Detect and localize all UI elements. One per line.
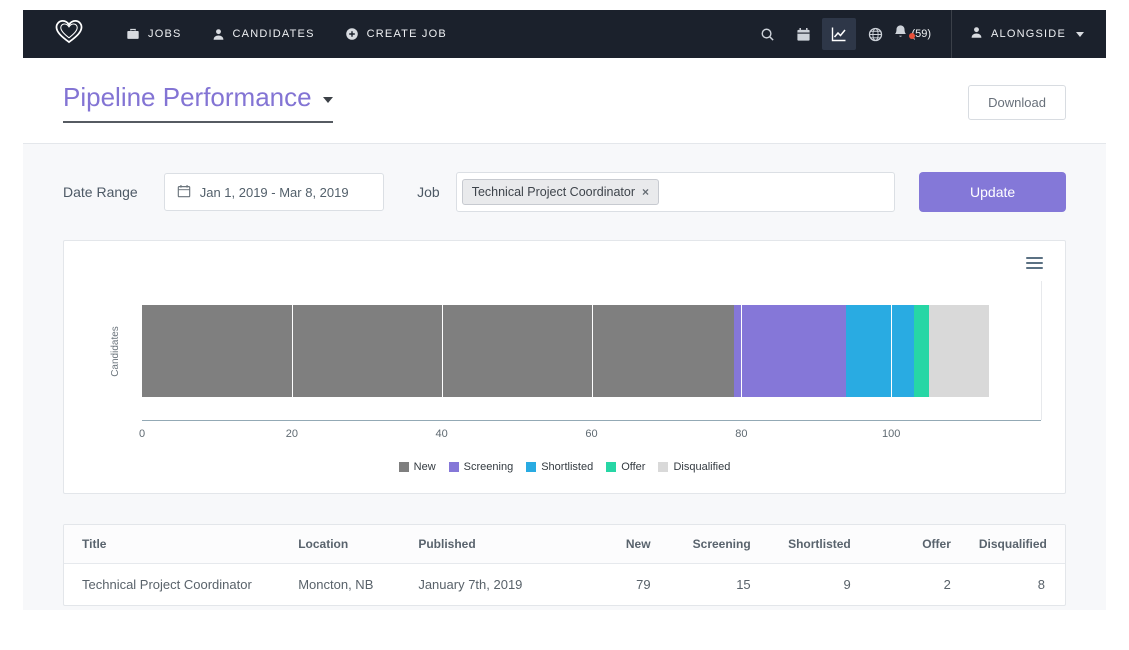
- legend-item-offer[interactable]: Offer: [606, 461, 645, 473]
- chart-card: Candidates 020406080100 NewScreeningShor…: [63, 240, 1066, 494]
- nav-item-label: CREATE JOB: [367, 28, 447, 40]
- page-header: Pipeline Performance Download: [23, 58, 1106, 144]
- gridline: [1041, 281, 1042, 420]
- column-header: Published: [404, 525, 564, 564]
- account-icon: [970, 26, 983, 42]
- x-tick-label: 40: [436, 428, 448, 440]
- calendar-icon[interactable]: [786, 10, 820, 58]
- filter-bar: Date Range Jan 1, 2019 - Mar 8, 2019 Job…: [63, 172, 1066, 212]
- stacked-bar: [142, 305, 1041, 397]
- person-icon: [212, 28, 225, 41]
- heart-logo-icon: [53, 18, 85, 50]
- table-cell: 2: [865, 564, 965, 606]
- results-table-card: TitleLocationPublishedNewScreeningShortl…: [63, 524, 1066, 606]
- column-header: New: [564, 525, 664, 564]
- bar-segment-disqualified: [929, 305, 989, 397]
- x-axis-ticks: 0 20 40 60 80 100: [142, 420, 1041, 446]
- bar-segment-new: [142, 305, 734, 397]
- chart-menu-icon[interactable]: [1026, 257, 1043, 272]
- x-tick-label: 80: [735, 428, 747, 440]
- column-header: Screening: [665, 525, 765, 564]
- nav-item-candidates[interactable]: CANDIDATES: [197, 10, 330, 58]
- chevron-down-icon: [1076, 32, 1084, 37]
- account-menu[interactable]: ALONGSIDE: [964, 26, 1090, 42]
- column-header: Offer: [865, 525, 965, 564]
- date-range-label: Date Range: [63, 184, 138, 200]
- table-cell: Moncton, NB: [284, 564, 404, 606]
- stacked-bar-chart: Candidates 020406080100: [88, 281, 1041, 421]
- column-header: Shortlisted: [765, 525, 865, 564]
- x-tick-label: 100: [882, 428, 900, 440]
- bar-segment-shortlisted: [846, 305, 913, 397]
- table-cell: Technical Project Coordinator: [64, 564, 284, 606]
- table-header-row: TitleLocationPublishedNewScreeningShortl…: [64, 525, 1065, 564]
- app-frame: JOBS CANDIDATES CREATE JOB: [23, 10, 1106, 610]
- page-content: Date Range Jan 1, 2019 - Mar 8, 2019 Job…: [23, 144, 1106, 606]
- bell-icon: [893, 24, 908, 44]
- job-label: Job: [417, 184, 440, 200]
- column-header: Location: [284, 525, 404, 564]
- nav-divider: [951, 10, 952, 58]
- results-table: TitleLocationPublishedNewScreeningShortl…: [64, 525, 1065, 605]
- download-button[interactable]: Download: [968, 85, 1066, 120]
- nav-item-label: CANDIDATES: [233, 28, 315, 40]
- chevron-down-icon: [323, 97, 333, 103]
- y-axis-label: Candidates: [88, 281, 142, 421]
- search-icon[interactable]: [750, 10, 784, 58]
- x-tick-label: 0: [139, 428, 145, 440]
- update-button[interactable]: Update: [919, 172, 1066, 212]
- brand-logo[interactable]: [43, 18, 95, 50]
- legend-item-disqualified[interactable]: Disqualified: [658, 461, 730, 473]
- legend-item-new[interactable]: New: [399, 461, 436, 473]
- bar-segment-offer: [914, 305, 929, 397]
- navbar-right: (59) ALONGSIDE: [749, 10, 1090, 58]
- date-range-value: Jan 1, 2019 - Mar 8, 2019: [200, 185, 349, 200]
- nav-item-jobs[interactable]: JOBS: [111, 10, 197, 58]
- notifications-button[interactable]: (59): [893, 24, 931, 44]
- table-cell: 9: [765, 564, 865, 606]
- x-tick-label: 60: [585, 428, 597, 440]
- plus-circle-icon: [345, 27, 359, 41]
- table-cell: 15: [665, 564, 765, 606]
- close-icon[interactable]: ×: [642, 186, 649, 198]
- nav-item-label: JOBS: [148, 28, 182, 40]
- navbar-left: JOBS CANDIDATES CREATE JOB: [43, 10, 462, 58]
- table-body: Technical Project CoordinatorMoncton, NB…: [64, 564, 1065, 606]
- chart-legend: New Screening Shortlisted Offer Disqualified: [88, 461, 1041, 473]
- report-selector[interactable]: Pipeline Performance: [63, 82, 333, 123]
- job-chip-label: Technical Project Coordinator: [472, 185, 635, 199]
- legend-item-shortlisted[interactable]: Shortlisted: [526, 461, 593, 473]
- nav-item-create-job[interactable]: CREATE JOB: [330, 10, 462, 58]
- bar-segment-screening: [734, 305, 846, 397]
- account-label: ALONGSIDE: [991, 28, 1066, 40]
- page-title: Pipeline Performance: [63, 82, 312, 113]
- legend-item-screening[interactable]: Screening: [449, 461, 514, 473]
- table-cell: January 7th, 2019: [404, 564, 564, 606]
- chart-icon[interactable]: [822, 18, 856, 50]
- table-cell: 8: [965, 564, 1065, 606]
- column-header: Disqualified: [965, 525, 1065, 564]
- job-chip: Technical Project Coordinator ×: [462, 179, 659, 205]
- x-tick-label: 20: [286, 428, 298, 440]
- globe-icon[interactable]: [858, 10, 892, 58]
- calendar-icon: [177, 184, 191, 201]
- column-header: Title: [64, 525, 284, 564]
- table-row[interactable]: Technical Project CoordinatorMoncton, NB…: [64, 564, 1065, 606]
- top-navbar: JOBS CANDIDATES CREATE JOB: [23, 10, 1106, 58]
- plot-area: 020406080100: [142, 281, 1041, 421]
- job-select-input[interactable]: Technical Project Coordinator ×: [456, 172, 896, 212]
- date-range-input[interactable]: Jan 1, 2019 - Mar 8, 2019: [164, 173, 384, 211]
- briefcase-icon: [126, 27, 140, 41]
- table-cell: 79: [564, 564, 664, 606]
